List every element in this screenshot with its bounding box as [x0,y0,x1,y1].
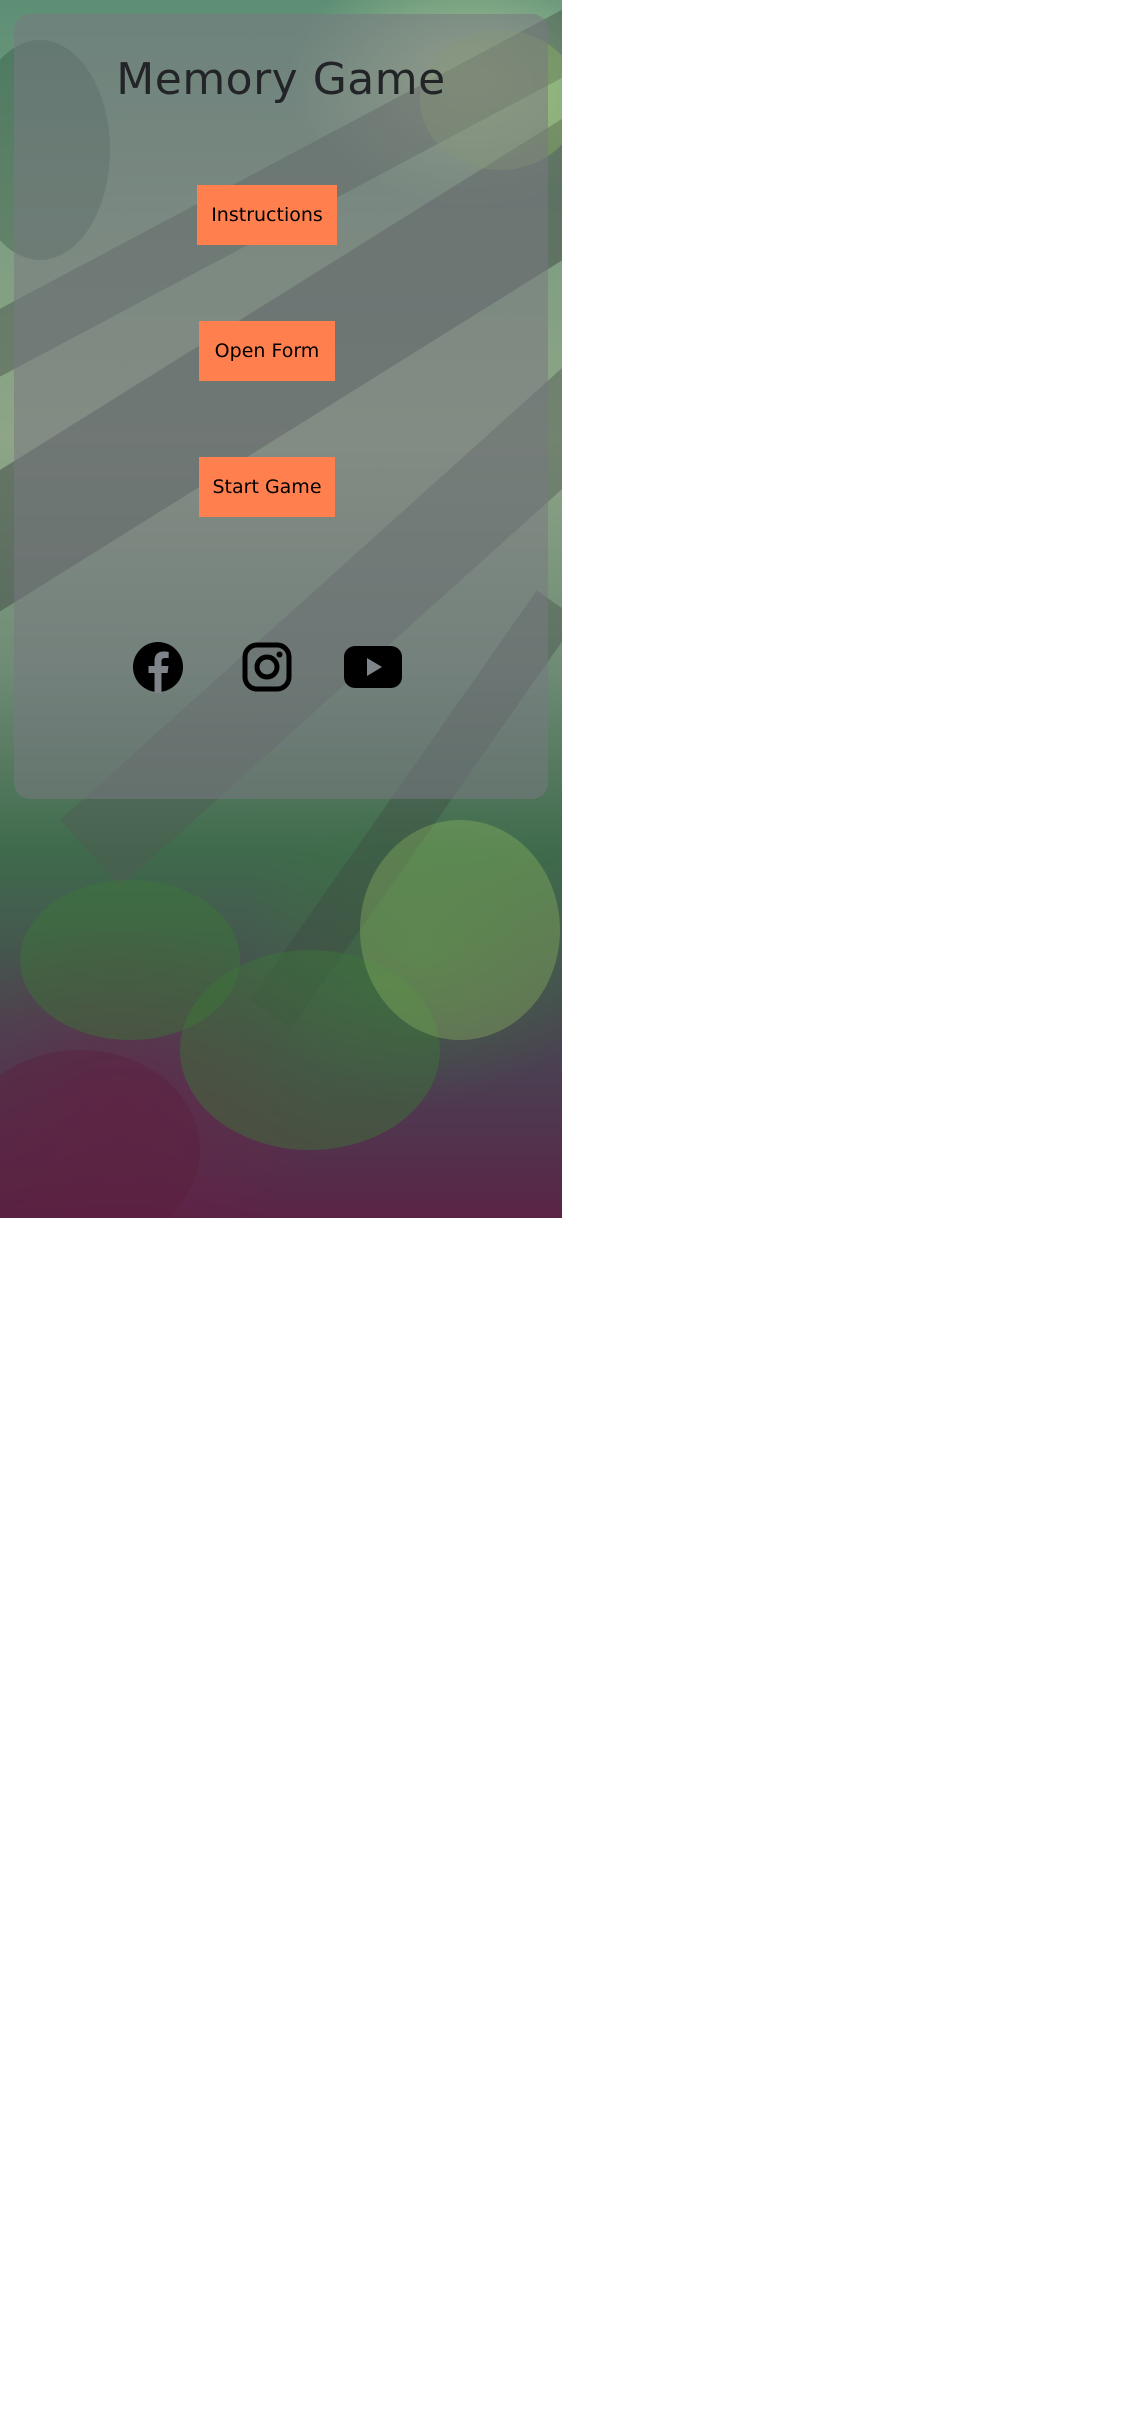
page-title: Memory Game [116,54,446,105]
instagram-icon [242,642,292,692]
start-game-button[interactable]: Start Game [199,457,335,517]
facebook-link[interactable] [132,641,184,693]
instructions-button[interactable]: Instructions [197,185,337,245]
instagram-link[interactable] [241,641,293,693]
foliage [0,1050,200,1218]
youtube-icon [344,646,402,688]
foliage [360,820,560,1040]
open-form-button[interactable]: Open Form [199,321,335,381]
youtube-link[interactable] [343,641,403,693]
facebook-icon [133,642,183,693]
